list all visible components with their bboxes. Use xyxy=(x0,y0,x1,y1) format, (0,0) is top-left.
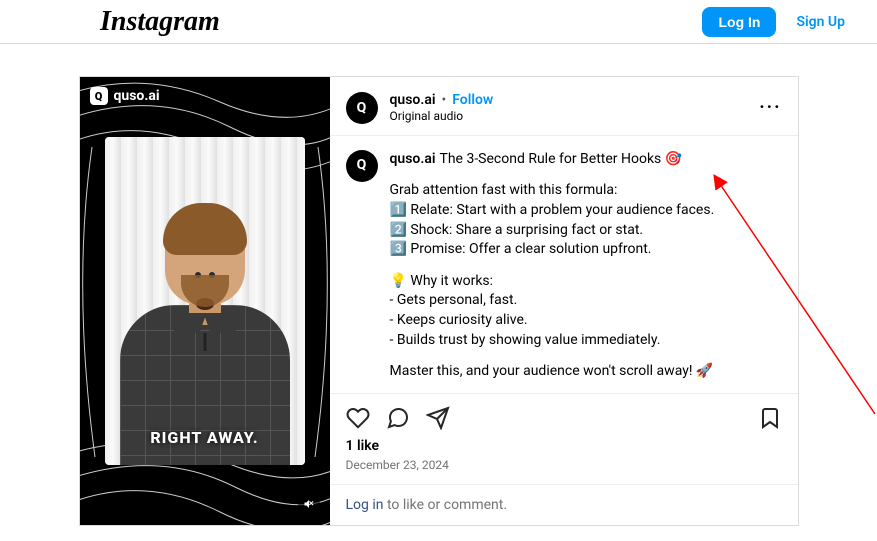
avatar[interactable]: Q xyxy=(346,150,378,182)
username[interactable]: quso.ai xyxy=(390,91,436,109)
person-figure xyxy=(120,185,290,465)
why-line1: - Gets personal, fast. xyxy=(390,292,518,308)
quso-logo-icon: Q xyxy=(90,87,108,105)
caption-para1: Grab attention fast with this formula: xyxy=(390,182,618,198)
top-nav: Instagram Log In Sign Up xyxy=(0,0,877,44)
caption-text: quso.aiThe 3-Second Rule for Better Hook… xyxy=(390,150,782,393)
share-icon[interactable] xyxy=(426,406,450,430)
quso-badge-text: quso.ai xyxy=(114,88,160,104)
post: Q quso.ai RIGHT AWAY. xyxy=(79,76,799,526)
video-frame: RIGHT AWAY. xyxy=(105,137,305,465)
comment-prompt: Log in to like or comment. xyxy=(330,484,798,525)
comment-rest: to like or comment. xyxy=(384,497,508,513)
post-body: Q quso.aiThe 3-Second Rule for Better Ho… xyxy=(330,136,798,393)
save-icon[interactable] xyxy=(758,406,782,430)
post-header: Q quso.ai • Follow Original audio ··· xyxy=(330,77,798,136)
video-caption-overlay: RIGHT AWAY. xyxy=(105,428,305,447)
like-icon[interactable] xyxy=(346,406,370,430)
master-line: Master this, and your audience won't scr… xyxy=(390,362,782,382)
separator-dot: • xyxy=(441,91,446,109)
post-sidebar: Q quso.ai • Follow Original audio ··· Q … xyxy=(330,77,798,525)
quso-badge: Q quso.ai xyxy=(90,87,160,105)
post-actions: 1 like December 23, 2024 xyxy=(330,393,798,484)
signup-link[interactable]: Sign Up xyxy=(784,7,857,37)
why-line3: - Builds trust by showing value immediat… xyxy=(390,332,661,348)
login-button[interactable]: Log In xyxy=(702,7,776,37)
instagram-logo[interactable]: Instagram xyxy=(100,6,220,38)
avatar[interactable]: Q xyxy=(346,92,378,124)
post-date: December 23, 2024 xyxy=(346,458,782,472)
caption-title: The 3-Second Rule for Better Hooks 🎯 xyxy=(439,151,682,167)
why-header: 💡 Why it works: xyxy=(390,273,494,289)
header-text: quso.ai • Follow Original audio xyxy=(390,91,748,125)
action-icons xyxy=(346,402,782,434)
follow-link[interactable]: Follow xyxy=(452,91,493,109)
caption-line1: 1️⃣ Relate: Start with a problem your au… xyxy=(390,202,715,218)
more-options-icon[interactable]: ··· xyxy=(759,97,781,118)
comment-icon[interactable] xyxy=(386,406,410,430)
video-media[interactable]: Q quso.ai RIGHT AWAY. xyxy=(80,77,330,525)
post-container: Q quso.ai RIGHT AWAY. xyxy=(0,44,877,526)
caption-username[interactable]: quso.ai xyxy=(390,151,436,167)
audio-subtext[interactable]: Original audio xyxy=(390,109,748,125)
caption-line2: 2️⃣ Shock: Share a surprising fact or st… xyxy=(390,222,644,238)
caption-line3: 3️⃣ Promise: Offer a clear solution upfr… xyxy=(390,241,652,257)
why-line2: - Keeps curiosity alive. xyxy=(390,312,528,328)
comment-login-link[interactable]: Log in xyxy=(346,497,384,513)
auth-buttons: Log In Sign Up xyxy=(702,7,857,37)
mute-icon[interactable] xyxy=(298,493,320,515)
likes-count[interactable]: 1 like xyxy=(346,438,782,454)
